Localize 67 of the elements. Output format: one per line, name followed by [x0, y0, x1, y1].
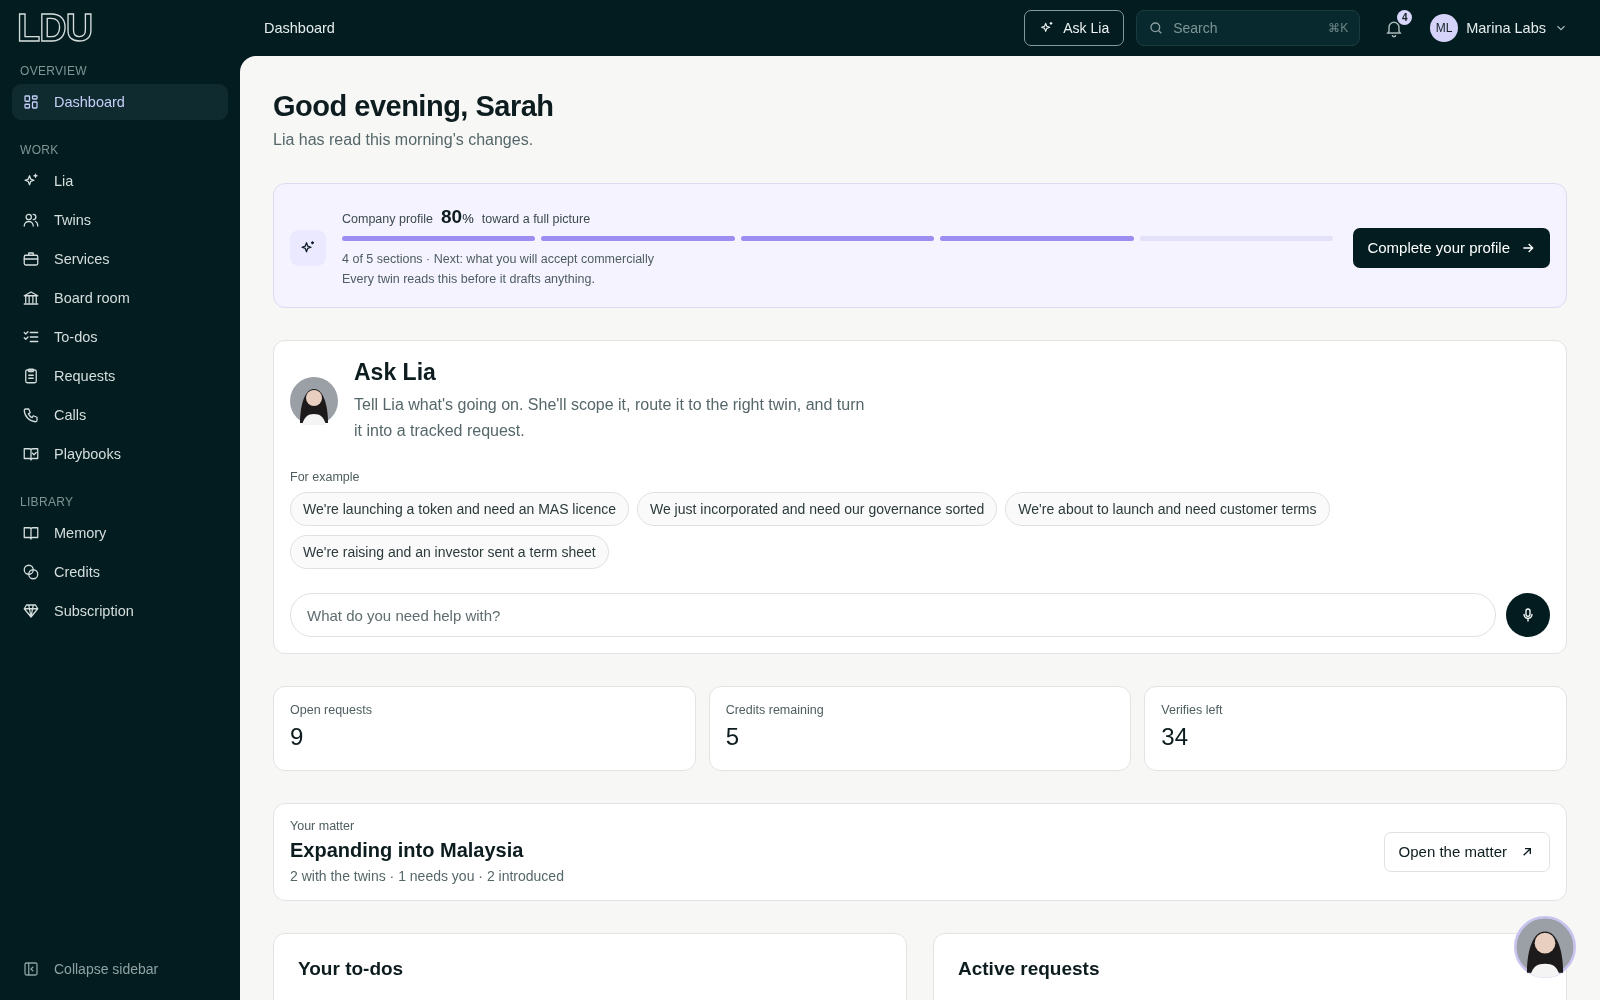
sidebar-item[interactable]: Dashboard — [12, 84, 228, 120]
ask-lia-button[interactable]: Ask Lia — [1024, 10, 1125, 46]
book-check-icon — [22, 445, 40, 463]
sidebar-item[interactable]: Memory — [12, 515, 228, 551]
stat-value: 5 — [725, 723, 740, 751]
section-heading: WORK — [19, 142, 60, 159]
sidebar-item[interactable]: Calls — [12, 397, 228, 433]
sparkle-icon — [290, 229, 326, 266]
sidebar-item[interactable]: Credits — [12, 554, 228, 590]
profile-status: 4 of 5 sections · Next: what you will accept commercially — [342, 251, 655, 268]
sidebar-item[interactable]: Lia — [12, 163, 228, 199]
open-matter-button[interactable]: Open the matter — [1383, 831, 1550, 872]
panel-title: Active requests — [958, 958, 1101, 980]
profile-percent: 80% — [441, 206, 474, 228]
section-heading: LIBRARY — [19, 494, 75, 511]
sidebar-item[interactable]: Board room — [12, 280, 228, 316]
complete-profile-button[interactable]: Complete your profile — [1353, 227, 1550, 268]
assistant-avatar[interactable] — [1514, 916, 1576, 978]
building-icon — [22, 289, 40, 307]
matter-title: Expanding into Malaysia — [290, 839, 525, 862]
coins-icon — [22, 563, 40, 581]
clipboard-icon — [22, 367, 40, 385]
avatar — [290, 377, 338, 425]
shortcut-hint: ⌘K — [1328, 21, 1349, 35]
sidebar-toggle-icon — [22, 960, 40, 978]
greeting-subtitle: Lia has read this morning's changes. — [273, 131, 535, 149]
matter-eyebrow: Your matter — [290, 819, 356, 833]
section-heading: OVERVIEW — [19, 63, 88, 80]
book-icon — [22, 524, 40, 542]
sidebar-item[interactable]: To-dos — [12, 319, 228, 355]
sidebar-item[interactable]: Playbooks — [12, 436, 228, 472]
example-chip[interactable]: We just incorporated and need our governance sorted — [636, 492, 998, 526]
profile-note: Every twin reads this before it drafts anything. — [342, 271, 596, 288]
help-input[interactable]: What do you need help with? — [290, 593, 1496, 637]
sidebar-item[interactable]: Twins — [12, 202, 228, 238]
profile-label: Company profile — [342, 212, 433, 226]
stat-value: 34 — [1161, 723, 1190, 751]
example-chip[interactable]: We're raising and an investor sent a term sheet — [290, 535, 609, 569]
stat-label: Verifies left — [1161, 703, 1224, 717]
people-icon — [22, 211, 40, 229]
microphone-icon — [1520, 607, 1536, 623]
panel-title: Your to-dos — [298, 958, 405, 980]
matter-summary: 2 with the twins · 1 needs you · 2 introduced — [290, 868, 564, 884]
page-title: Dashboard — [264, 20, 335, 36]
phone-icon — [22, 406, 40, 424]
ask-description: Tell Lia what's going on. She'll scope it, route it to the right twin, and turn it into a tracked request. — [354, 395, 866, 441]
grid-icon — [22, 93, 40, 111]
stat-value: 9 — [290, 723, 305, 751]
examples-label: For example — [290, 470, 361, 484]
sidebar-item[interactable]: Requests — [12, 358, 228, 394]
notification-count: 4 — [1397, 10, 1413, 25]
collapse-sidebar-button[interactable]: Collapse sidebar — [12, 960, 228, 978]
account-name[interactable]: Marina Labs — [1466, 20, 1546, 36]
example-chip[interactable]: We're launching a token and need an MAS licence — [290, 492, 629, 526]
example-chip[interactable]: We're about to launch and need customer terms — [1005, 492, 1330, 526]
greeting-title: Good evening, Sarah — [273, 90, 555, 123]
profile-caption: toward a full picture — [481, 212, 591, 226]
sidebar-item[interactable]: Services — [12, 241, 228, 277]
logo: LDU — [16, 10, 94, 46]
microphone-button[interactable] — [1506, 593, 1550, 637]
sidebar-item[interactable]: Subscription — [12, 593, 228, 629]
ask-title: Ask Lia — [354, 359, 437, 386]
stat-label: Open requests — [290, 703, 373, 717]
diamond-icon — [22, 602, 40, 620]
stat-label: Credits remaining — [725, 703, 825, 717]
account-avatar[interactable]: ML — [1430, 14, 1459, 42]
briefcase-icon — [22, 250, 40, 268]
